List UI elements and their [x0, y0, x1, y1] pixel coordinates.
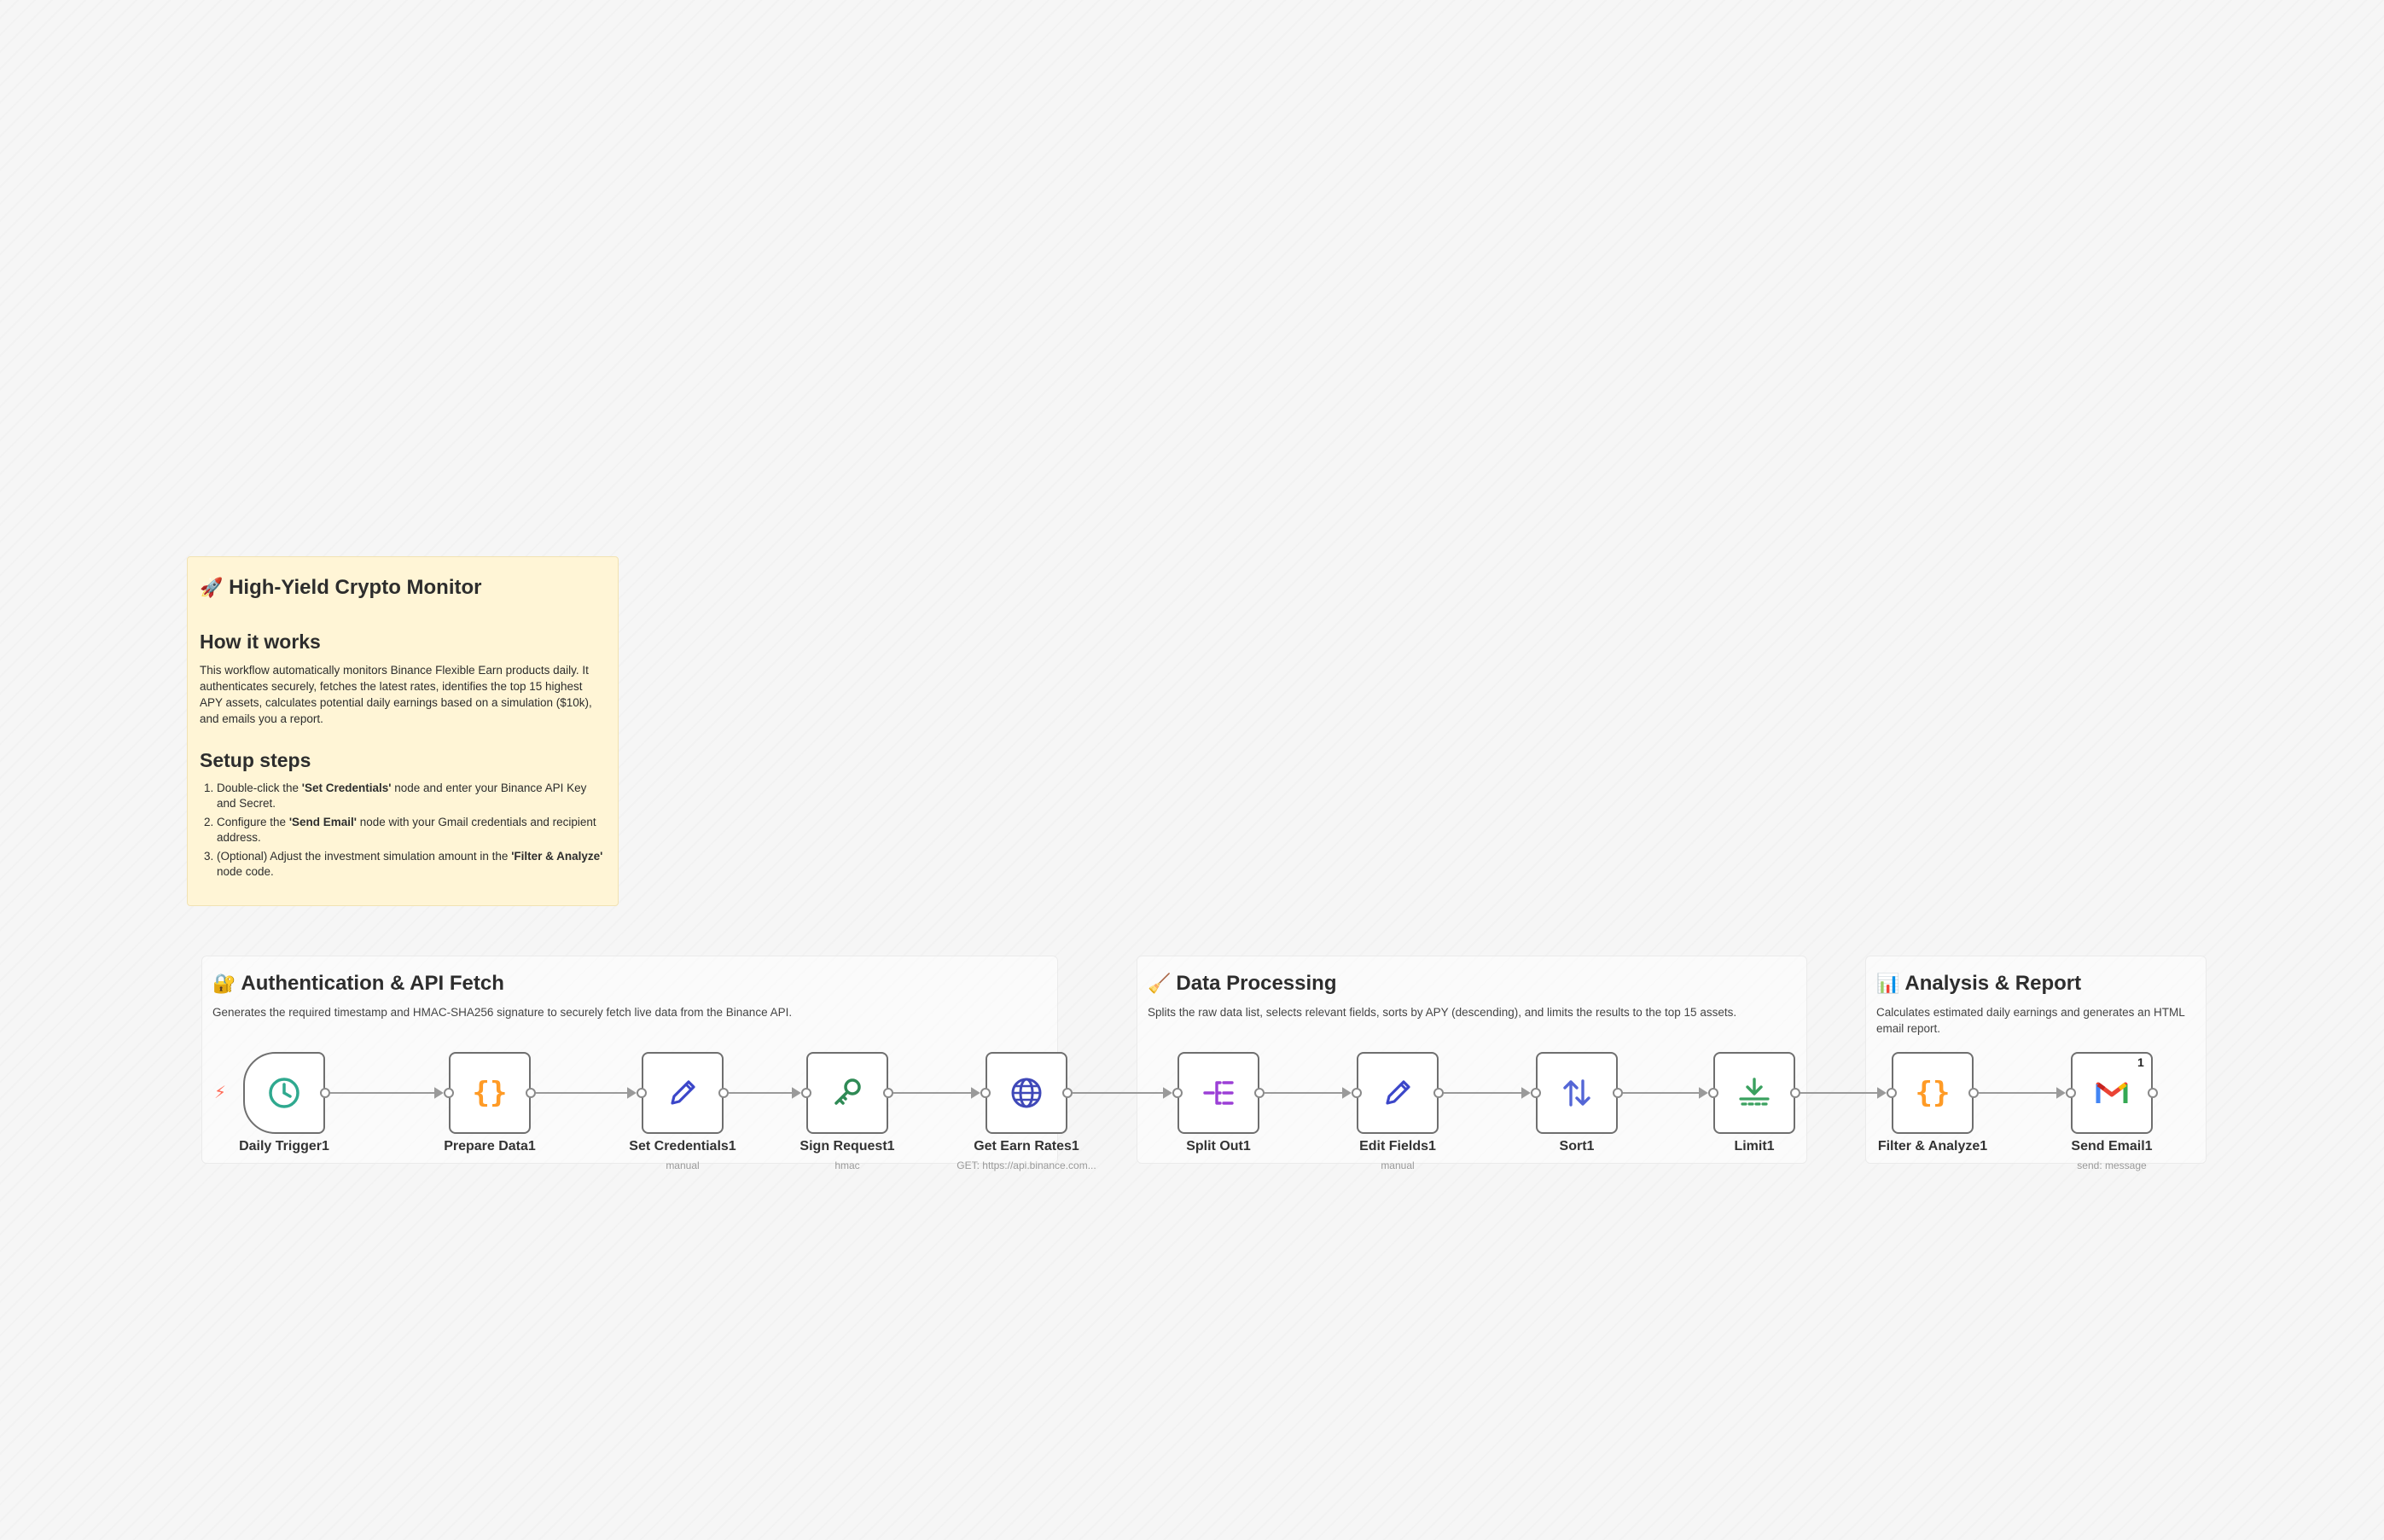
node-sort1[interactable]: [1536, 1052, 1618, 1134]
node-filter-analyze1[interactable]: {}: [1892, 1052, 1974, 1134]
node-split-out1[interactable]: [1177, 1052, 1259, 1134]
input-port[interactable]: [801, 1088, 811, 1098]
node-edit-fields1[interactable]: [1357, 1052, 1439, 1134]
connection-arrow: [1699, 1087, 1708, 1099]
connection-arrow: [1163, 1087, 1172, 1099]
code-braces-icon: {}: [1914, 1074, 1951, 1112]
input-port[interactable]: [1172, 1088, 1183, 1098]
split-icon: [1200, 1074, 1237, 1112]
node-label: Sign Request1: [800, 1139, 895, 1154]
output-port[interactable]: [2148, 1088, 2158, 1098]
node-get-earn-rates1[interactable]: [986, 1052, 1067, 1134]
input-port[interactable]: [1352, 1088, 1362, 1098]
connection-arrow: [2056, 1087, 2066, 1099]
node-set-credentials1[interactable]: [642, 1052, 724, 1134]
sort-arrows-icon: [1558, 1074, 1596, 1112]
node-subtitle: GET: https://api.binance.com...: [957, 1159, 1096, 1171]
code-braces-icon: {}: [471, 1074, 509, 1112]
svg-text:{}: {}: [473, 1076, 508, 1110]
node-label: Prepare Data1: [444, 1139, 536, 1154]
connections: [330, 1087, 2066, 1099]
node-label: Set Credentials1: [629, 1139, 736, 1154]
output-port[interactable]: [320, 1088, 330, 1098]
output-port[interactable]: [1062, 1088, 1073, 1098]
item-count-badge: 1: [2137, 1055, 2144, 1069]
input-port[interactable]: [2066, 1088, 2076, 1098]
limit-icon: [1736, 1074, 1773, 1112]
node-subtitle: send: message: [2077, 1159, 2147, 1171]
node-daily-trigger1[interactable]: [243, 1052, 325, 1134]
input-port[interactable]: [637, 1088, 647, 1098]
node-subtitle: manual: [1381, 1159, 1415, 1171]
connection-arrow: [1342, 1087, 1352, 1099]
node-label: Daily Trigger1: [239, 1139, 329, 1154]
key-icon: [829, 1074, 866, 1112]
trigger-bolt-icon: ⚡: [214, 1082, 227, 1102]
output-port[interactable]: [526, 1088, 536, 1098]
input-port[interactable]: [980, 1088, 991, 1098]
node-sign-request1[interactable]: [806, 1052, 888, 1134]
node-label: Split Out1: [1186, 1139, 1251, 1154]
node-label: Filter & Analyze1: [1877, 1139, 1988, 1154]
connection-arrow: [434, 1087, 444, 1099]
input-port[interactable]: [444, 1088, 454, 1098]
input-port[interactable]: [1708, 1088, 1718, 1098]
connection-arrow: [792, 1087, 801, 1099]
node-label: Limit1: [1734, 1139, 1775, 1154]
globe-icon: [1008, 1074, 1045, 1112]
pencil-icon: [664, 1074, 701, 1112]
node-limit1[interactable]: [1713, 1052, 1795, 1134]
node-label: Send Email1: [2071, 1139, 2153, 1154]
node-label: Get Earn Rates1: [974, 1139, 1079, 1154]
connection-arrow: [971, 1087, 980, 1099]
clock-icon: [265, 1074, 303, 1112]
output-port[interactable]: [718, 1088, 729, 1098]
gmail-icon: [2093, 1074, 2131, 1112]
output-port[interactable]: [1790, 1088, 1800, 1098]
workflow-canvas[interactable]: 🚀 High-Yield Crypto Monitor How it works…: [0, 0, 2384, 1540]
output-port[interactable]: [1613, 1088, 1623, 1098]
output-port[interactable]: [1968, 1088, 1979, 1098]
node-subtitle: manual: [666, 1159, 700, 1171]
input-port[interactable]: [1531, 1088, 1541, 1098]
output-port[interactable]: [883, 1088, 893, 1098]
node-subtitle: hmac: [834, 1159, 860, 1171]
output-port[interactable]: [1433, 1088, 1444, 1098]
output-port[interactable]: [1254, 1088, 1265, 1098]
pencil-icon: [1379, 1074, 1416, 1112]
svg-text:{}: {}: [1916, 1076, 1951, 1110]
node-prepare-data1[interactable]: {}: [449, 1052, 531, 1134]
connection-arrow: [627, 1087, 637, 1099]
connection-arrow: [1521, 1087, 1531, 1099]
connection-arrow: [1877, 1087, 1887, 1099]
node-label: Edit Fields1: [1359, 1139, 1436, 1154]
node-label: Sort1: [1559, 1139, 1595, 1154]
input-port[interactable]: [1887, 1088, 1897, 1098]
